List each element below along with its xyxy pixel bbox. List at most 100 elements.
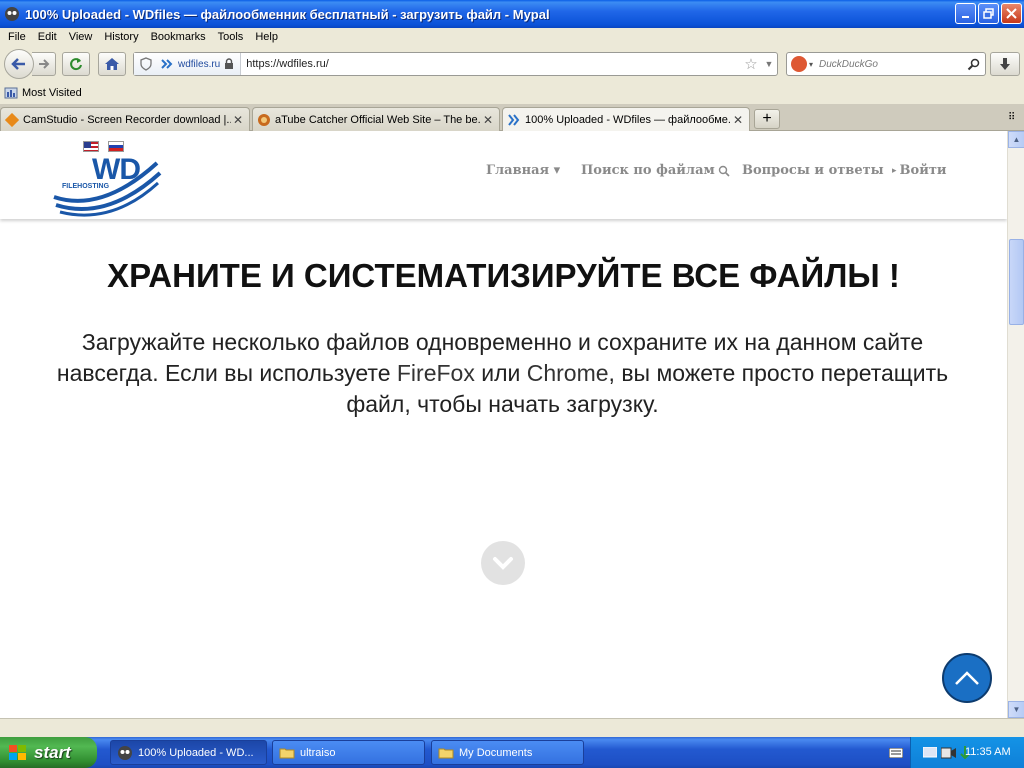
close-tab-icon[interactable]: ✕ xyxy=(731,113,745,127)
taskbar-item-my-documents[interactable]: My Documents xyxy=(431,740,584,765)
taskbar-clock[interactable]: 11:35 AM xyxy=(965,746,1011,758)
chrome-link: Chrome xyxy=(526,360,609,386)
scroll-to-top-button[interactable] xyxy=(942,653,992,703)
menu-view[interactable]: View xyxy=(63,31,99,43)
nav-search-files[interactable]: Поиск по файлам xyxy=(581,163,730,178)
list-all-tabs-icon[interactable]: ⠿ xyxy=(1008,112,1015,123)
taskbar-item-label: ultraiso xyxy=(300,746,336,759)
logo-swoosh-icon xyxy=(53,161,162,217)
login-arrow-icon: ▸ xyxy=(892,166,897,176)
nav-search-label: Поиск по файлам xyxy=(581,163,715,178)
identity-domain: wdfiles.ru xyxy=(178,58,221,70)
taskbar-item-label: 100% Uploaded - WD... xyxy=(138,746,254,759)
taskbar-item-ultraiso[interactable]: ultraiso xyxy=(272,740,425,765)
menu-bar: File Edit View History Bookmarks Tools H… xyxy=(0,28,1024,46)
site-logo[interactable]: WD FILEHOSTING xyxy=(52,151,162,217)
keyboard-icon[interactable] xyxy=(889,748,903,758)
close-icon xyxy=(1006,8,1017,19)
duckduckgo-icon[interactable] xyxy=(791,56,807,72)
menu-history[interactable]: History xyxy=(98,31,144,43)
hero-description: Загружайте несколько файлов одновременно… xyxy=(30,327,975,420)
menu-tools[interactable]: Tools xyxy=(212,31,250,43)
tab-atube-catcher[interactable]: aTube Catcher Official Web Site – The be… xyxy=(252,107,500,131)
nav-login[interactable]: ▸ Войти xyxy=(892,163,947,178)
menu-bookmarks[interactable]: Bookmarks xyxy=(145,31,212,43)
search-placeholder[interactable]: DuckDuckGo xyxy=(819,59,967,70)
back-button[interactable] xyxy=(4,49,34,79)
forward-arrow-icon xyxy=(38,59,49,69)
menu-help[interactable]: Help xyxy=(249,31,284,43)
menu-file[interactable]: File xyxy=(2,31,32,43)
tab-strip: CamStudio - Screen Recorder download |..… xyxy=(0,104,1024,132)
home-button[interactable] xyxy=(98,52,126,76)
atube-catcher-favicon-icon xyxy=(258,113,270,126)
window-titlebar[interactable]: 100% Uploaded - WDfiles — файлообменник … xyxy=(0,0,1024,28)
nav-login-label: Войти xyxy=(899,163,947,178)
start-button[interactable]: start xyxy=(0,737,97,768)
folder-icon xyxy=(279,748,295,758)
home-icon xyxy=(105,58,119,70)
tab-label: aTube Catcher Official Web Site – The be… xyxy=(275,113,481,126)
tab-camstudio[interactable]: CamStudio - Screen Recorder download |..… xyxy=(0,107,250,131)
plus-icon: + xyxy=(762,110,772,127)
tab-label: CamStudio - Screen Recorder download |..… xyxy=(23,113,231,126)
nav-main[interactable]: Главная ▾ xyxy=(486,163,560,178)
status-bar xyxy=(0,718,1024,737)
taskbar-item-browser[interactable]: 100% Uploaded - WD... xyxy=(110,740,267,765)
lock-icon xyxy=(225,58,234,69)
nav-main-label: Главная ▾ xyxy=(486,163,561,178)
display-icon[interactable] xyxy=(923,747,937,759)
video-recorder-icon[interactable] xyxy=(941,747,957,759)
bookmark-most-visited[interactable]: Most Visited xyxy=(4,86,82,100)
bookmarks-toolbar: Most Visited xyxy=(0,82,1024,104)
forward-button[interactable] xyxy=(32,52,56,76)
url-bar[interactable]: wdfiles.ru https://wdfiles.ru/ ☆ ▼ xyxy=(133,52,778,76)
mypal-app-icon xyxy=(5,7,19,21)
downloads-button[interactable] xyxy=(990,52,1020,76)
wdfiles-favicon-icon xyxy=(508,114,520,126)
site-header: WD FILEHOSTING Главная ▾ Поиск по файлам… xyxy=(0,131,1007,219)
site-favicon-icon xyxy=(161,59,173,69)
bookmark-label: Most Visited xyxy=(22,87,82,99)
most-visited-folder-icon xyxy=(4,87,18,99)
search-icon[interactable] xyxy=(967,58,980,71)
url-dropdown-icon[interactable]: ▼ xyxy=(761,59,777,69)
chevron-up-icon xyxy=(955,671,979,685)
chevron-down-icon xyxy=(493,557,513,570)
search-icon xyxy=(718,165,730,177)
mypal-app-icon xyxy=(118,745,132,760)
close-tab-icon[interactable]: ✕ xyxy=(481,113,495,127)
page-content: WD FILEHOSTING Главная ▾ Поиск по файлам… xyxy=(0,131,1007,718)
scrollbar-thumb[interactable] xyxy=(1009,239,1024,325)
hero-text-part: или xyxy=(474,360,527,386)
tab-wdfiles[interactable]: 100% Uploaded - WDfiles — файлообме... ✕ xyxy=(502,107,750,132)
menu-edit[interactable]: Edit xyxy=(32,31,63,43)
scroll-down-arrow-icon[interactable]: ▼ xyxy=(1008,701,1024,718)
bookmark-star-icon[interactable]: ☆ xyxy=(741,55,761,73)
scroll-down-button[interactable] xyxy=(481,541,525,585)
taskbar: start 100% Uploaded - WD... ultraiso My … xyxy=(0,737,1024,768)
search-engine-dropdown-icon[interactable]: ▾ xyxy=(809,60,813,69)
back-arrow-icon xyxy=(11,58,25,70)
vertical-scrollbar[interactable]: ▲ ▼ xyxy=(1007,131,1024,718)
close-window-button[interactable] xyxy=(1001,3,1022,24)
new-tab-button[interactable]: + xyxy=(754,109,780,129)
taskbar-item-label: My Documents xyxy=(459,746,533,759)
close-tab-icon[interactable]: ✕ xyxy=(231,113,245,127)
system-tray: 11:35 AM xyxy=(889,737,1024,768)
reload-button[interactable] xyxy=(62,52,90,76)
folder-icon xyxy=(438,748,454,758)
nav-faq[interactable]: Вопросы и ответы xyxy=(742,163,884,178)
camstudio-favicon-icon xyxy=(5,112,19,127)
search-box[interactable]: ▾ DuckDuckGo xyxy=(786,52,986,76)
maximize-button[interactable] xyxy=(978,3,999,24)
firefox-link: FireFox xyxy=(396,360,475,386)
site-identity-button[interactable]: wdfiles.ru xyxy=(134,53,242,75)
start-label: start xyxy=(34,742,71,762)
window-title: 100% Uploaded - WDfiles — файлообменник … xyxy=(25,6,550,22)
minimize-button[interactable] xyxy=(955,3,976,24)
scroll-up-arrow-icon[interactable]: ▲ xyxy=(1008,131,1024,148)
url-text[interactable]: https://wdfiles.ru/ xyxy=(241,58,741,70)
navigation-toolbar: wdfiles.ru https://wdfiles.ru/ ☆ ▼ ▾ Duc… xyxy=(0,46,1024,82)
minimize-icon xyxy=(961,15,969,18)
